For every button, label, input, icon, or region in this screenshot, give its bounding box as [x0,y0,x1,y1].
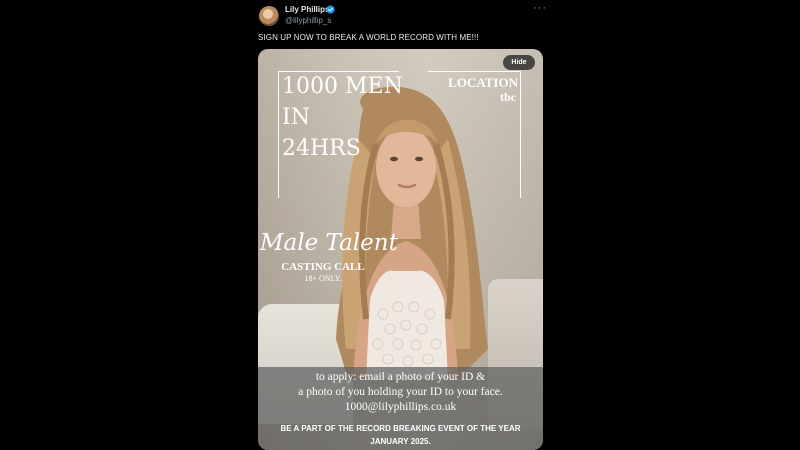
post-text: SIGN UP NOW TO BREAK A WORLD RECORD WITH… [258,33,479,42]
author-display-name[interactable]: Lily Phillips [285,5,329,14]
post-media-image[interactable]: 1000 MEN IN 24HRS LOCATION tbc Male Tale… [258,49,543,450]
more-options-icon[interactable]: ··· [533,2,547,14]
casting-call-text: CASTING CALL [281,261,365,273]
headline-text: 1000 MEN IN 24HRS [282,71,412,164]
promo-line-2: JANUARY 2025. [370,437,431,446]
apply-line-2: a photo of you holding your ID to your f… [298,386,503,398]
headline-line-1: 1000 MEN [282,74,403,99]
author-handle[interactable]: @lilyphillip_s [285,16,331,25]
location-title: LOCATION [448,75,518,90]
verified-badge-icon [326,5,335,14]
headline-line-2: IN [282,105,310,130]
apply-info-panel: to apply: email a photo of your ID & a p… [258,367,543,450]
age-note: 18+ ONLY. [304,274,342,283]
promo-line-1: BE A PART OF THE RECORD BREAKING EVENT O… [280,424,521,433]
hide-media-button[interactable]: Hide [503,55,535,70]
apply-email: 1000@lilyphillips.co.uk [344,401,457,413]
avatar[interactable] [259,6,279,26]
location-value: tbc [500,90,516,104]
talent-script-text: Male Talent [260,230,398,256]
headline-line-3: 24HRS [282,136,361,161]
apply-line-1: to apply: email a photo of your ID & [315,371,486,383]
